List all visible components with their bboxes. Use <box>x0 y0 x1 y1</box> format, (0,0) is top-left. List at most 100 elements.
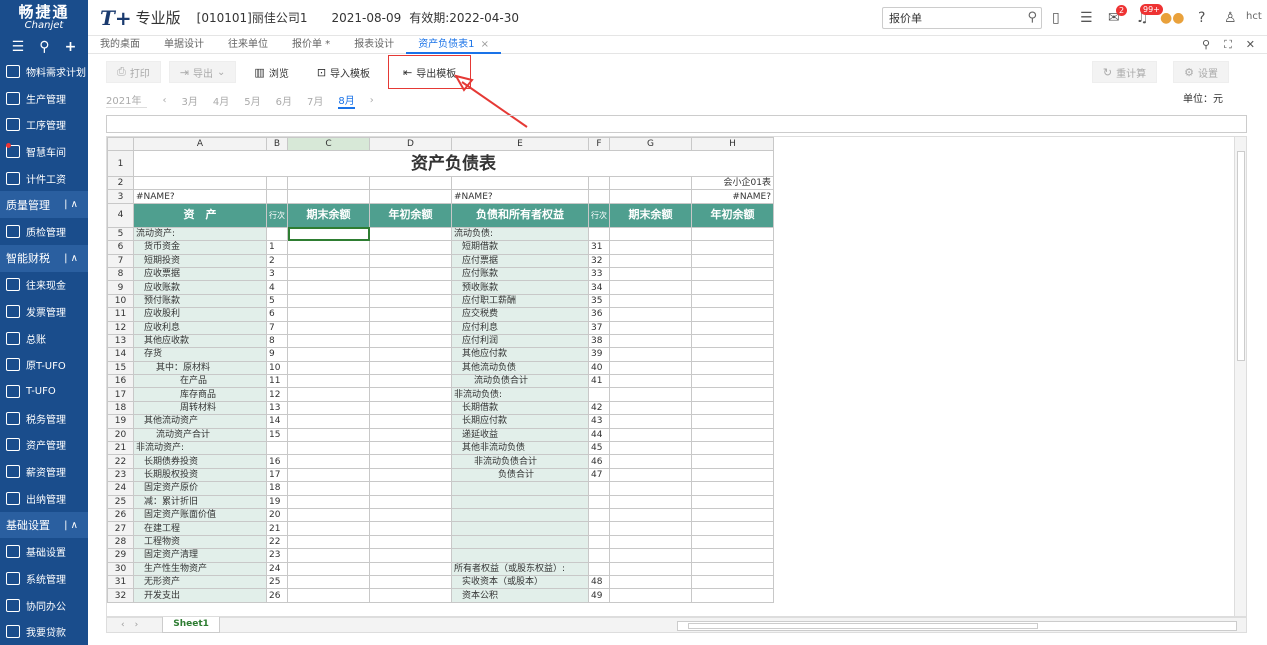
liability-name[interactable]: 非流动负债: <box>451 387 589 402</box>
row-number[interactable]: 7 <box>266 320 288 335</box>
sidebar-item[interactable]: 我要贷款 <box>0 618 88 645</box>
add-icon[interactable]: + <box>65 39 77 55</box>
asset-name[interactable]: 在建工程 <box>133 521 267 536</box>
opening-balance[interactable] <box>691 561 774 576</box>
liability-name[interactable] <box>451 494 589 509</box>
brand-logo[interactable]: 畅捷通 Chanjet <box>0 0 88 36</box>
close-tab-icon[interactable]: × <box>481 39 489 50</box>
closing-balance[interactable] <box>609 507 692 523</box>
mascot-icon[interactable]: ●● <box>1160 10 1184 26</box>
sidebar-item[interactable]: 原T-UFO <box>0 352 88 379</box>
row-number[interactable]: 4 <box>266 280 288 295</box>
row-number[interactable]: 21 <box>266 521 288 536</box>
opening-balance[interactable] <box>369 507 452 523</box>
opening-balance[interactable] <box>691 360 774 376</box>
month-8[interactable]: 8月 <box>338 92 355 109</box>
closing-balance[interactable] <box>609 360 692 376</box>
closing-balance[interactable] <box>287 293 370 309</box>
row-number[interactable]: 10 <box>266 360 288 376</box>
opening-balance[interactable] <box>369 521 452 536</box>
month-4[interactable]: 4月 <box>213 93 229 108</box>
opening-balance[interactable] <box>369 293 452 309</box>
row-header[interactable]: 29 <box>107 548 134 563</box>
liability-name[interactable]: 实收资本（或股本） <box>451 574 589 590</box>
row-number[interactable]: 32 <box>588 253 610 268</box>
opening-balance[interactable] <box>691 454 774 469</box>
row-number[interactable]: 1 <box>266 240 288 255</box>
opening-balance[interactable] <box>691 427 774 443</box>
opening-balance[interactable] <box>369 307 452 322</box>
closing-balance[interactable] <box>287 521 370 536</box>
help-icon[interactable]: ? <box>1198 10 1205 26</box>
asset-name[interactable]: 其他流动资产 <box>133 414 267 429</box>
asset-name[interactable]: 非流动资产: <box>133 441 267 456</box>
row-header[interactable]: 31 <box>107 574 134 590</box>
row-header[interactable]: 20 <box>107 427 134 443</box>
asset-name[interactable]: 应收账款 <box>133 280 267 295</box>
sidebar-section[interactable]: 基础设置 | ∧ <box>0 511 88 539</box>
asset-name[interactable]: 固定资产清理 <box>133 548 267 563</box>
closing-balance[interactable] <box>287 467 370 483</box>
import-template-button[interactable]: ⊡ 导入模板 <box>307 61 380 83</box>
error-cell[interactable]: #NAME? <box>451 189 589 204</box>
month-3[interactable]: 3月 <box>181 93 197 108</box>
closing-balance[interactable] <box>287 454 370 469</box>
asset-name[interactable]: 在产品 <box>133 374 267 389</box>
asset-name[interactable]: 其中：原材料 <box>133 360 267 376</box>
liability-name[interactable]: 预收账款 <box>451 280 589 295</box>
row-number[interactable]: 37 <box>588 320 610 335</box>
asset-name[interactable]: 流动资产合计 <box>133 427 267 443</box>
export-button[interactable]: ⇥ 导出 ⌄ <box>168 61 237 83</box>
column-title[interactable]: 期末余额 <box>609 202 692 228</box>
closing-balance[interactable] <box>609 293 692 309</box>
row-number[interactable]: 40 <box>588 360 610 376</box>
sidebar-item[interactable]: 工序管理 <box>0 111 88 138</box>
row-header[interactable]: 6 <box>107 240 134 255</box>
row-number[interactable]: 34 <box>588 280 610 295</box>
closing-balance[interactable] <box>287 481 370 496</box>
opening-balance[interactable] <box>369 320 452 335</box>
closing-balance[interactable] <box>287 307 370 322</box>
sidebar-item[interactable]: 物料需求计划 <box>0 58 88 85</box>
column-header[interactable]: D <box>369 137 452 151</box>
closing-balance[interactable] <box>287 333 370 349</box>
asset-name[interactable]: 无形资产 <box>133 574 267 590</box>
liability-name[interactable]: 负债合计 <box>451 467 589 483</box>
closing-balance[interactable] <box>287 441 370 456</box>
closing-balance[interactable] <box>287 240 370 255</box>
row-header[interactable]: 24 <box>107 481 134 496</box>
row-header[interactable]: 18 <box>107 400 134 416</box>
sidebar-item[interactable]: 基础设置 <box>0 538 88 565</box>
opening-balance[interactable] <box>369 494 452 509</box>
row-number[interactable] <box>588 521 610 536</box>
closing-balance[interactable] <box>609 374 692 389</box>
row-number[interactable] <box>588 387 610 402</box>
column-title[interactable]: 行次 <box>588 202 610 228</box>
closing-balance[interactable] <box>609 427 692 443</box>
asset-name[interactable]: 其他应收款 <box>133 333 267 349</box>
row-header[interactable]: 3 <box>107 189 134 204</box>
asset-name[interactable]: 周转材料 <box>133 400 267 416</box>
user-name[interactable]: hct <box>1246 11 1262 22</box>
row-header[interactable]: 1 <box>107 150 134 177</box>
sidebar-section[interactable]: 质量管理 | ∧ <box>0 191 88 219</box>
row-number[interactable]: 16 <box>266 454 288 469</box>
cell[interactable] <box>451 175 589 191</box>
row-number[interactable]: 9 <box>266 347 288 362</box>
row-number[interactable]: 42 <box>588 400 610 416</box>
asset-name[interactable]: 流动资产: <box>133 226 267 242</box>
closing-balance[interactable] <box>287 320 370 335</box>
cell[interactable] <box>369 175 452 191</box>
opening-balance[interactable] <box>691 534 774 550</box>
opening-balance[interactable] <box>691 374 774 389</box>
column-header[interactable]: C <box>287 137 370 151</box>
asset-name[interactable]: 应收票据 <box>133 266 267 282</box>
month-6[interactable]: 6月 <box>276 93 292 108</box>
row-number[interactable]: 33 <box>588 266 610 282</box>
cell[interactable] <box>287 175 370 191</box>
liability-name[interactable]: 资本公积 <box>451 588 589 603</box>
closing-balance[interactable] <box>287 280 370 295</box>
closing-balance[interactable] <box>609 454 692 469</box>
row-number[interactable]: 48 <box>588 574 610 590</box>
sidebar-item[interactable]: 资产管理 <box>0 432 88 459</box>
